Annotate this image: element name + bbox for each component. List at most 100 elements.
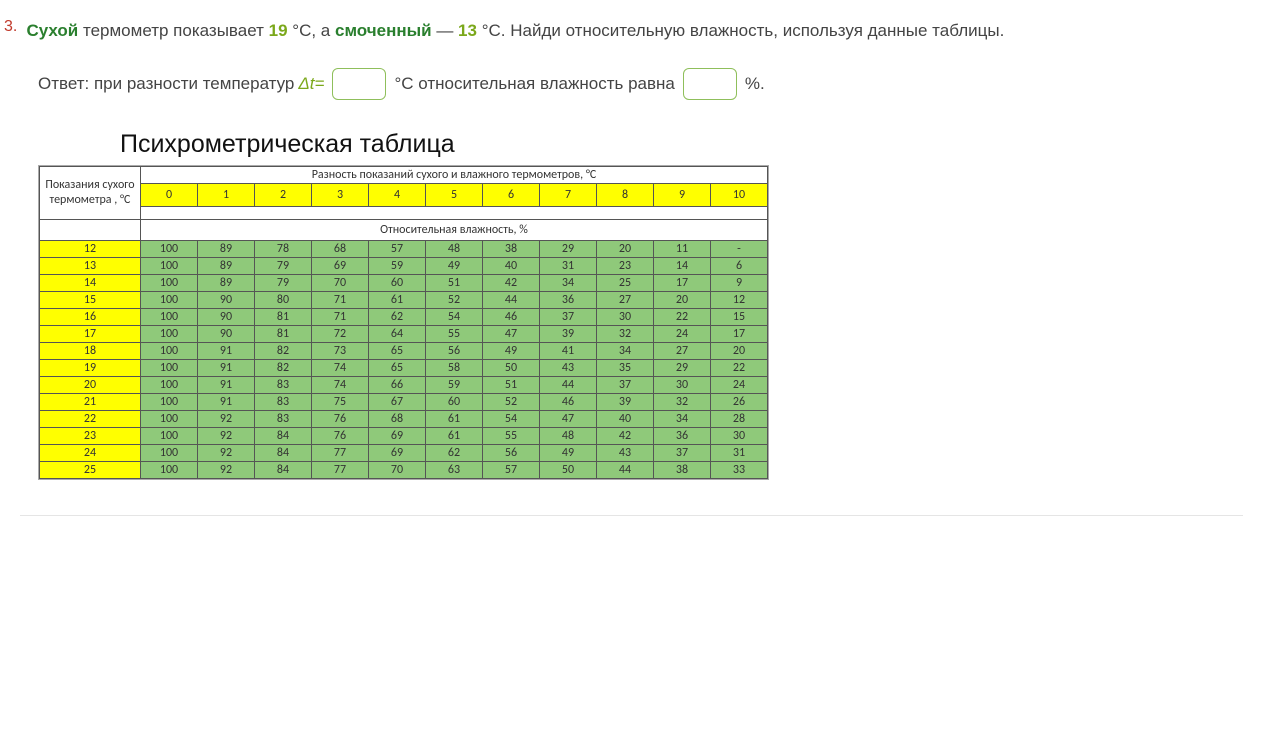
col-header: 3 bbox=[312, 183, 369, 206]
table-cell: 60 bbox=[369, 274, 426, 291]
table-cell: 34 bbox=[540, 274, 597, 291]
col-header: 2 bbox=[255, 183, 312, 206]
table-row: 131008979695949403123146 bbox=[40, 257, 768, 274]
table-cell: 89 bbox=[198, 240, 255, 257]
table-cell: 82 bbox=[255, 342, 312, 359]
table-cell: 59 bbox=[426, 376, 483, 393]
table-cell: 68 bbox=[369, 410, 426, 427]
table-cell: 49 bbox=[540, 444, 597, 461]
table-cell: 27 bbox=[654, 342, 711, 359]
value-sub-header: Относительная влажность, % bbox=[141, 219, 768, 240]
answer-row: Ответ: при разности температур Δt= °C от… bbox=[38, 68, 1243, 100]
table-cell: 82 bbox=[255, 359, 312, 376]
table-row: 1610090817162544637302215 bbox=[40, 308, 768, 325]
table-row: 2110091837567605246393226 bbox=[40, 393, 768, 410]
table-cell: - bbox=[711, 240, 768, 257]
table-cell: 78 bbox=[255, 240, 312, 257]
table-cell: 100 bbox=[141, 325, 198, 342]
table-cell: 47 bbox=[483, 325, 540, 342]
psychrometric-table-wrap: Показания сухого термометра , °C Разност… bbox=[38, 165, 769, 480]
table-cell: 55 bbox=[426, 325, 483, 342]
question-text: Сухой термометр показывает 19 °C, а смоч… bbox=[26, 21, 1004, 40]
table-cell: 43 bbox=[597, 444, 654, 461]
humidity-input[interactable] bbox=[683, 68, 737, 100]
col-axis-header: Разность показаний сухого и влажного тер… bbox=[141, 166, 768, 183]
table-cell: 29 bbox=[654, 359, 711, 376]
question-block: 3. Сухой термометр показывает 19 °C, а с… bbox=[38, 18, 1243, 44]
table-cell: 92 bbox=[198, 410, 255, 427]
delta-t-input[interactable] bbox=[332, 68, 386, 100]
value-wet: 13 bbox=[458, 21, 477, 40]
table-cell: 58 bbox=[426, 359, 483, 376]
table-cell: 100 bbox=[141, 274, 198, 291]
table-cell: 37 bbox=[540, 308, 597, 325]
table-cell: 55 bbox=[483, 427, 540, 444]
table-cell: 73 bbox=[312, 342, 369, 359]
table-cell: 84 bbox=[255, 461, 312, 478]
row-label: 18 bbox=[40, 342, 141, 359]
col-header-row: 012345678910 bbox=[40, 183, 768, 206]
table-cell: 67 bbox=[369, 393, 426, 410]
table-cell: 36 bbox=[540, 291, 597, 308]
table-row: 1710090817264554739322417 bbox=[40, 325, 768, 342]
col-header: 8 bbox=[597, 183, 654, 206]
table-cell: 79 bbox=[255, 257, 312, 274]
value-dry: 19 bbox=[269, 21, 288, 40]
table-cell: 65 bbox=[369, 359, 426, 376]
row-label: 17 bbox=[40, 325, 141, 342]
table-cell: 61 bbox=[369, 291, 426, 308]
table-cell: 62 bbox=[369, 308, 426, 325]
delta-symbol: Δt= bbox=[298, 74, 324, 94]
table-cell: 38 bbox=[654, 461, 711, 478]
table-cell: 61 bbox=[426, 410, 483, 427]
table-cell: 24 bbox=[711, 376, 768, 393]
table-cell: 74 bbox=[312, 359, 369, 376]
table-cell: 29 bbox=[540, 240, 597, 257]
table-cell: 32 bbox=[597, 325, 654, 342]
table-cell: 60 bbox=[426, 393, 483, 410]
table-cell: 69 bbox=[369, 444, 426, 461]
table-cell: 23 bbox=[597, 257, 654, 274]
table-cell: 65 bbox=[369, 342, 426, 359]
table-row: 2210092837668615447403428 bbox=[40, 410, 768, 427]
table-row: 2410092847769625649433731 bbox=[40, 444, 768, 461]
table-cell: 14 bbox=[654, 257, 711, 274]
col-header: 1 bbox=[198, 183, 255, 206]
table-cell: 79 bbox=[255, 274, 312, 291]
table-cell: 44 bbox=[597, 461, 654, 478]
table-cell: 42 bbox=[483, 274, 540, 291]
table-cell: 22 bbox=[654, 308, 711, 325]
table-cell: 89 bbox=[198, 257, 255, 274]
table-cell: 77 bbox=[312, 444, 369, 461]
table-cell: 84 bbox=[255, 444, 312, 461]
table-cell: 83 bbox=[255, 393, 312, 410]
table-cell: 57 bbox=[483, 461, 540, 478]
table-cell: 17 bbox=[711, 325, 768, 342]
table-cell: 37 bbox=[654, 444, 711, 461]
table-cell: 46 bbox=[483, 308, 540, 325]
term-dry: Сухой bbox=[26, 21, 78, 40]
table-cell: 9 bbox=[711, 274, 768, 291]
table-cell: 34 bbox=[597, 342, 654, 359]
row-label: 25 bbox=[40, 461, 141, 478]
table-cell: 100 bbox=[141, 257, 198, 274]
row-label: 24 bbox=[40, 444, 141, 461]
row-label: 23 bbox=[40, 427, 141, 444]
table-row: 1810091827365564941342720 bbox=[40, 342, 768, 359]
gap-row bbox=[40, 206, 768, 219]
table-cell: 20 bbox=[711, 342, 768, 359]
table-cell: 51 bbox=[483, 376, 540, 393]
row-axis-header: Показания сухого термометра , °C bbox=[40, 166, 141, 219]
table-cell: 69 bbox=[312, 257, 369, 274]
col-header: 0 bbox=[141, 183, 198, 206]
table-cell: 100 bbox=[141, 427, 198, 444]
table-cell: 35 bbox=[597, 359, 654, 376]
col-header: 7 bbox=[540, 183, 597, 206]
table-cell: 52 bbox=[426, 291, 483, 308]
answer-label-2: °C относительная влажность равна bbox=[394, 74, 674, 94]
table-cell: 74 bbox=[312, 376, 369, 393]
table-title: Психрометрическая таблица bbox=[120, 130, 1243, 159]
table-cell: 64 bbox=[369, 325, 426, 342]
table-cell: 76 bbox=[312, 410, 369, 427]
table-cell: 42 bbox=[597, 427, 654, 444]
